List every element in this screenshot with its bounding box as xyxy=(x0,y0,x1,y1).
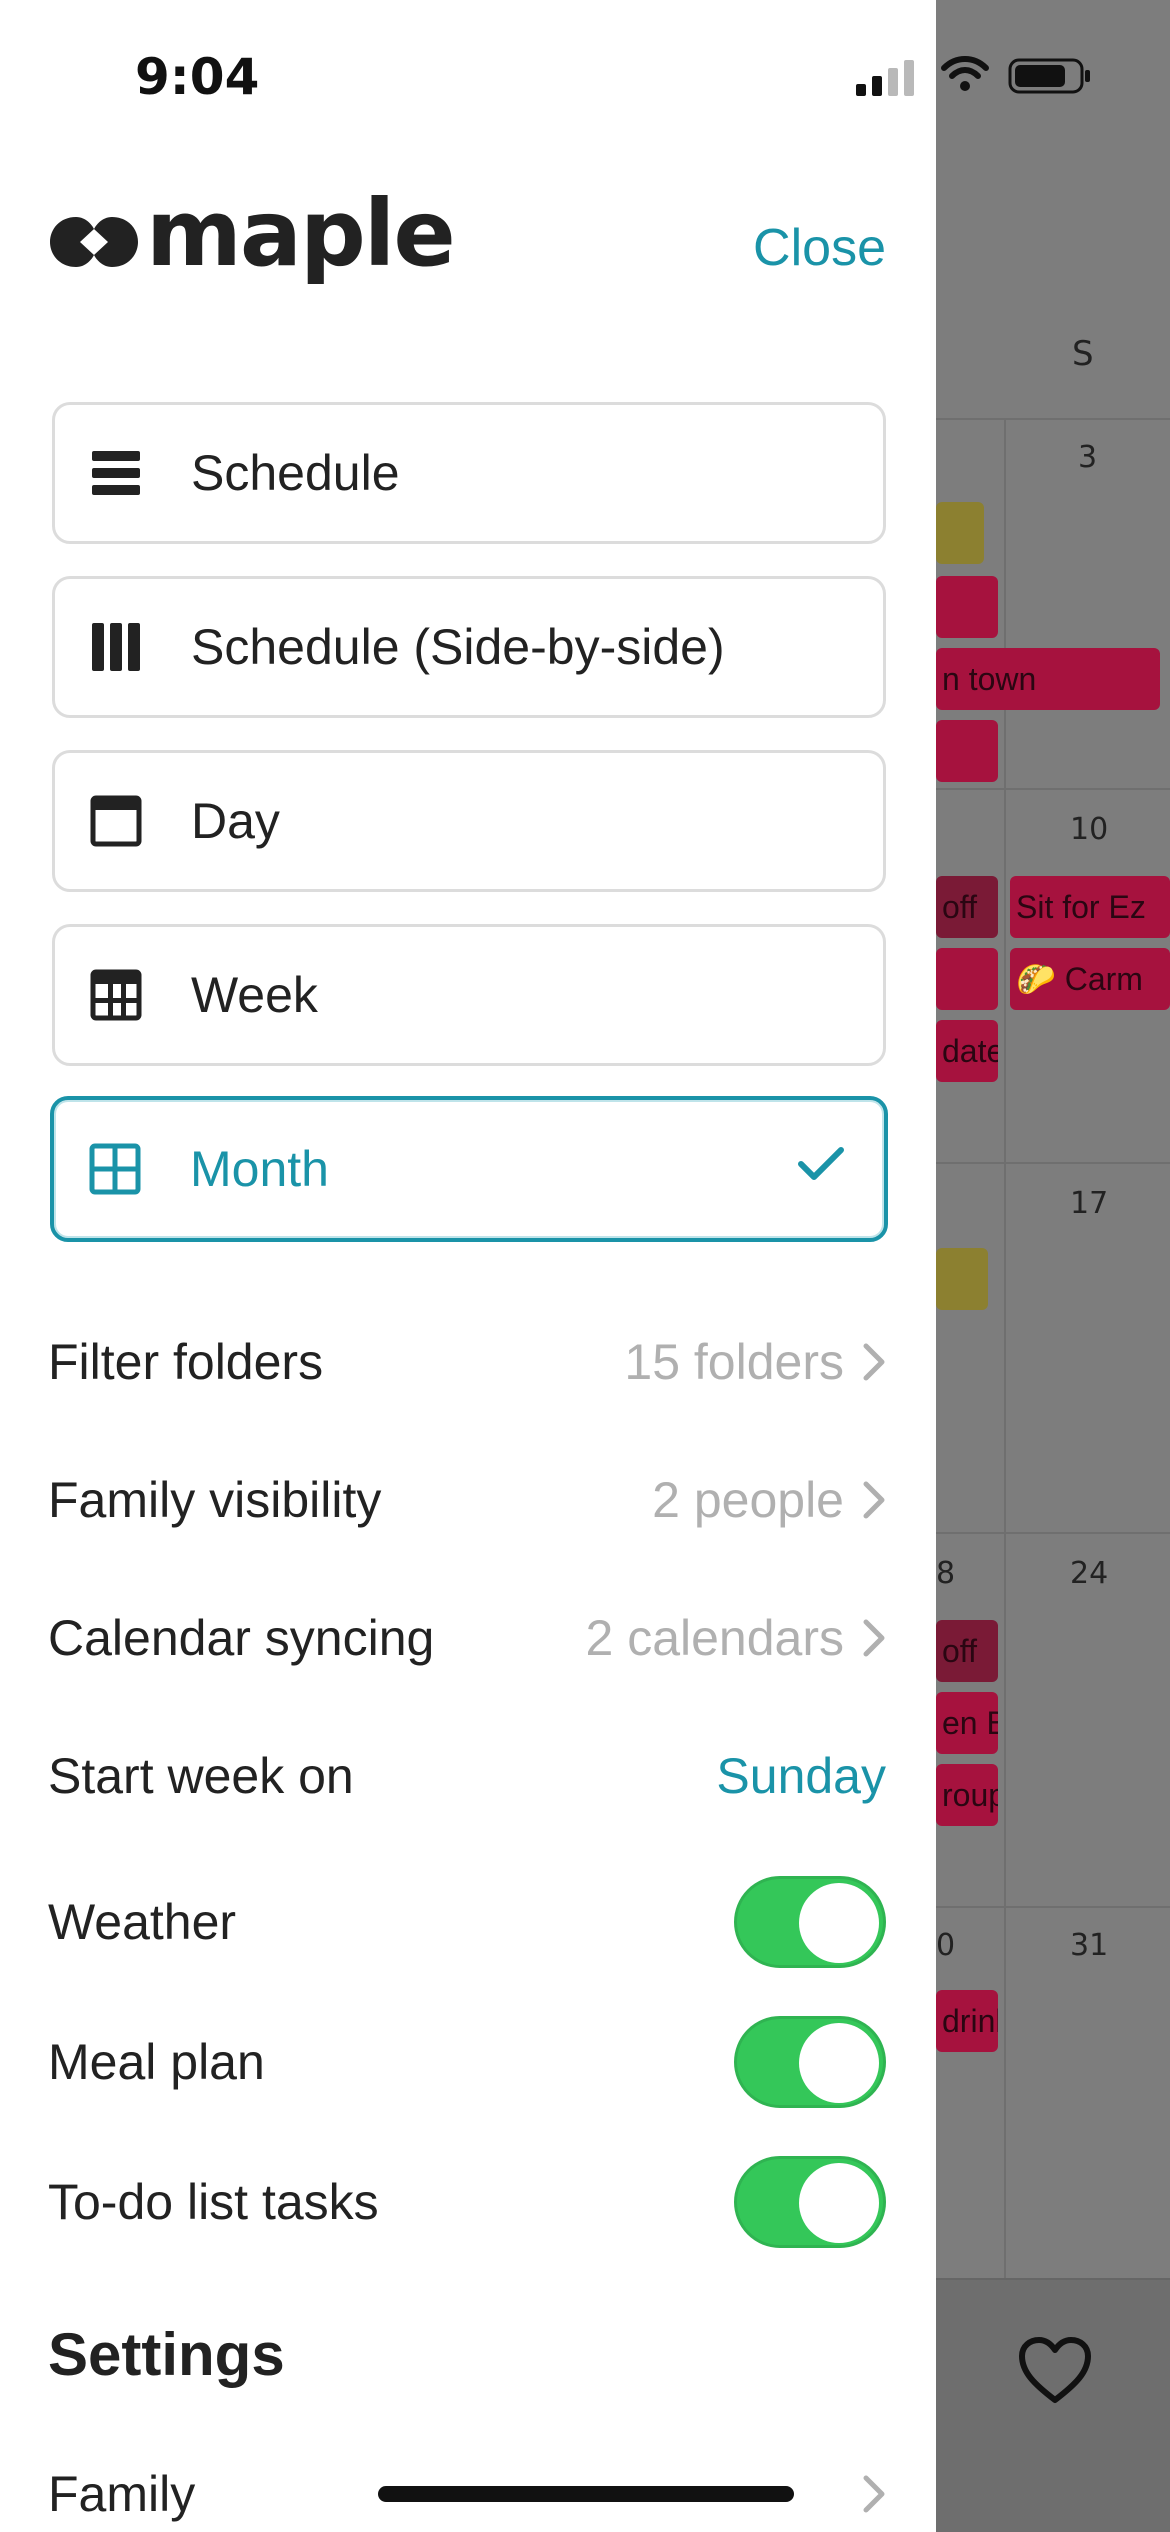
calendar-event xyxy=(936,502,984,564)
view-option-label: Month xyxy=(190,1141,329,1197)
maple-logo-icon xyxy=(50,217,138,267)
filter-folders-row[interactable]: Filter folders 15 folders xyxy=(48,1322,886,1402)
background-calendar: S 3 n town 10 off Sit for Ez 🌮 Carm date… xyxy=(936,0,1170,2532)
calendar-event: date xyxy=(936,1020,998,1082)
list-icon xyxy=(89,446,143,500)
battery-icon xyxy=(1008,58,1090,94)
view-option-week[interactable]: Week xyxy=(52,924,886,1066)
view-option-schedule[interactable]: Schedule xyxy=(52,402,886,544)
todo-tasks-label: To-do list tasks xyxy=(48,2174,379,2230)
start-week-label: Start week on xyxy=(48,1748,354,1804)
maple-logo: maple xyxy=(46,188,456,288)
meal-plan-toggle[interactable] xyxy=(734,2016,886,2108)
calendar-event: off xyxy=(936,876,998,938)
chevron-right-icon xyxy=(863,1343,885,1381)
calendar-event: Sit for Ez xyxy=(1010,876,1170,938)
calendar-syncing-row[interactable]: Calendar syncing 2 calendars xyxy=(48,1598,886,1678)
columns-icon xyxy=(89,620,143,674)
wifi-icon xyxy=(941,56,989,91)
month-grid-icon xyxy=(88,1142,142,1196)
chevron-right-icon xyxy=(863,1481,885,1519)
filter-folders-label: Filter folders xyxy=(48,1334,324,1390)
weather-label: Weather xyxy=(48,1894,237,1950)
calendar-event: n town xyxy=(936,648,1160,710)
calendar-event: roup xyxy=(936,1764,998,1826)
weather-row: Weather xyxy=(48,1874,886,1970)
family-visibility-value: 2 people xyxy=(652,1472,844,1528)
weather-toggle[interactable] xyxy=(734,1876,886,1968)
day-header: S xyxy=(1072,334,1094,374)
view-options-drawer: 9:04 maple Close Schedule Schedule (Side… xyxy=(0,0,936,2532)
brand-name: maple xyxy=(146,180,456,287)
checkmark-icon xyxy=(798,1147,844,1180)
calendar-date: 24 xyxy=(1070,1556,1109,1591)
chevron-right-icon xyxy=(863,1619,885,1657)
calendar-date-partial: 0 xyxy=(936,1928,956,1963)
calendar-event xyxy=(936,576,998,638)
calendar-event: drink xyxy=(936,1990,998,2052)
view-option-label: Schedule xyxy=(191,445,400,501)
calendar-date: 3 xyxy=(1078,440,1098,475)
calendar-date: 10 xyxy=(1070,812,1109,847)
week-view-icon xyxy=(89,968,143,1022)
family-visibility-row[interactable]: Family visibility 2 people xyxy=(48,1460,886,1540)
todo-tasks-toggle[interactable] xyxy=(734,2156,886,2248)
calendar-event xyxy=(936,948,998,1010)
calendar-syncing-label: Calendar syncing xyxy=(48,1610,435,1666)
calendar-date-partial: 8 xyxy=(936,1556,956,1591)
family-visibility-label: Family visibility xyxy=(48,1472,382,1528)
calendar-event: off xyxy=(936,1620,998,1682)
meal-plan-label: Meal plan xyxy=(48,2034,265,2090)
calendar-event: en Bi xyxy=(936,1692,998,1754)
settings-heading: Settings xyxy=(48,2321,285,2388)
calendar-syncing-value: 2 calendars xyxy=(585,1610,845,1666)
view-option-label: Week xyxy=(191,967,318,1023)
view-option-day[interactable]: Day xyxy=(52,750,886,892)
chevron-right-icon xyxy=(863,2475,885,2513)
calendar-date: 31 xyxy=(1070,1928,1109,1963)
calendar-event: 🌮 Carm xyxy=(1010,948,1170,1010)
home-indicator xyxy=(378,2486,794,2502)
close-button[interactable]: Close xyxy=(753,218,886,278)
status-time: 9:04 xyxy=(135,48,260,106)
signal-icon xyxy=(856,60,914,96)
tab-bar xyxy=(936,2278,1170,2532)
start-week-row[interactable]: Start week on Sunday xyxy=(48,1736,886,1816)
calendar-date: 17 xyxy=(1070,1186,1109,1221)
calendar-event xyxy=(936,1248,988,1310)
start-week-value[interactable]: Sunday xyxy=(716,1747,886,1805)
day-view-icon xyxy=(89,794,143,848)
view-option-label: Day xyxy=(191,793,280,849)
todo-tasks-row: To-do list tasks xyxy=(48,2154,886,2250)
meal-plan-row: Meal plan xyxy=(48,2014,886,2110)
filter-folders-value: 15 folders xyxy=(624,1334,844,1390)
view-option-month[interactable]: Month xyxy=(50,1096,888,1242)
view-option-label: Schedule (Side-by-side) xyxy=(191,619,725,675)
heart-icon[interactable] xyxy=(1016,2334,1094,2406)
calendar-event xyxy=(936,720,998,782)
family-settings-label: Family xyxy=(48,2466,196,2522)
view-option-schedule-side-by-side[interactable]: Schedule (Side-by-side) xyxy=(52,576,886,718)
